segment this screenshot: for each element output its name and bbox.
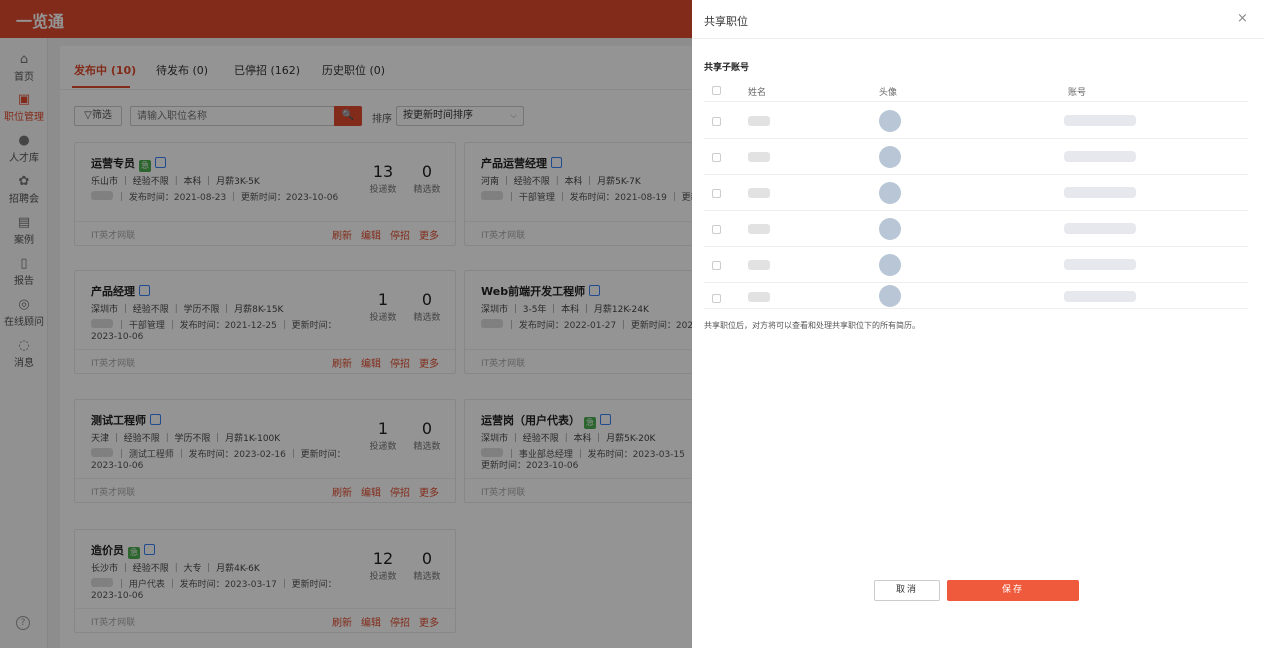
cancel-button[interactable]: 取消 [874,580,940,601]
avatar [879,254,901,276]
share-job-drawer: 共享职位 × 共享子账号 姓名 头像 账号 共享职位后，对方将可以查看和处理共享… [692,0,1264,648]
table-row[interactable] [704,211,1248,247]
row-checkbox[interactable] [712,261,721,270]
row-checkbox[interactable] [712,153,721,162]
section-title: 共享子账号 [704,63,750,73]
table-row[interactable] [704,103,1248,139]
column-account: 账号 [1068,88,1087,98]
row-checkbox[interactable] [712,225,721,234]
share-hint: 共享职位后，对方将可以查看和处理共享职位下的所有简历。 [704,321,920,330]
row-checkbox[interactable] [712,117,721,126]
blurred-name [748,260,770,270]
table-row[interactable] [704,247,1248,283]
blurred-account [1064,187,1136,198]
blurred-name [748,224,770,234]
blurred-account [1064,291,1136,302]
column-name: 姓名 [748,88,767,98]
blurred-name [748,116,770,126]
select-all-checkbox[interactable] [712,86,721,95]
blurred-name [748,152,770,162]
row-checkbox[interactable] [712,189,721,198]
avatar [879,285,901,307]
avatar [879,218,901,240]
table-row[interactable] [704,175,1248,211]
blurred-account [1064,223,1136,234]
drawer-divider [692,38,1264,39]
modal-overlay[interactable] [0,0,692,648]
table-row[interactable] [704,283,1248,309]
blurred-account [1064,115,1136,126]
table-header: 姓名 头像 账号 [704,80,1248,102]
blurred-account [1064,151,1136,162]
avatar [879,110,901,132]
drawer-title: 共享职位 [704,15,748,28]
blurred-name [748,188,770,198]
avatar [879,146,901,168]
column-avatar: 头像 [879,88,898,98]
table-row[interactable] [704,139,1248,175]
avatar [879,182,901,204]
close-icon[interactable]: × [1237,11,1248,26]
blurred-account [1064,259,1136,270]
save-button[interactable]: 保存 [947,580,1079,601]
row-checkbox[interactable] [712,294,721,303]
blurred-name [748,292,770,302]
